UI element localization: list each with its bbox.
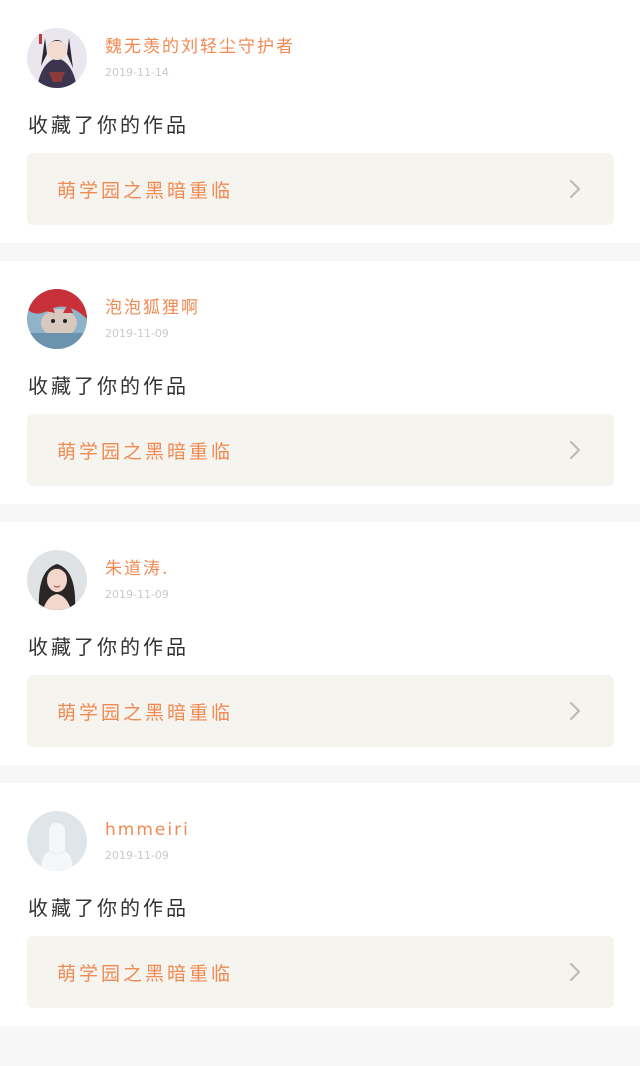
red-plush-avatar-icon [27,289,87,349]
username[interactable]: 朱道涛. [105,558,169,580]
work-link[interactable]: 萌学园之黑暗重临 [27,936,614,1008]
user-meta: 泡泡狐狸啊 2019-11-09 [105,297,200,341]
chevron-right-icon [564,178,586,200]
work-link[interactable]: 萌学园之黑暗重临 [27,153,614,225]
notification-feed: 魏无羡的刘轻尘守护者 2019-11-14 收藏了你的作品 萌学园之黑暗重临 泡… [0,0,640,1026]
action-text: 收藏了你的作品 [28,635,189,659]
user-row: 魏无羡的刘轻尘守护者 2019-11-14 [27,27,295,89]
user-row: hmmeiri 2019-11-09 [27,810,190,872]
portrait-photo-avatar-icon [27,550,87,610]
anime-character-avatar-icon [27,28,87,88]
default-user-avatar-icon [27,811,87,871]
username[interactable]: 魏无羡的刘轻尘守护者 [105,36,295,58]
user-meta: hmmeiri 2019-11-09 [105,819,190,863]
work-title: 萌学园之黑暗重临 [57,179,234,202]
work-link[interactable]: 萌学园之黑暗重临 [27,675,614,747]
avatar[interactable] [27,28,87,88]
user-meta: 朱道涛. 2019-11-09 [105,558,169,602]
username[interactable]: 泡泡狐狸啊 [105,297,200,319]
timestamp: 2019-11-09 [105,588,169,601]
avatar[interactable] [27,811,87,871]
chevron-right-icon [564,700,586,722]
notification-card: 朱道涛. 2019-11-09 收藏了你的作品 萌学园之黑暗重临 [0,522,640,765]
timestamp: 2019-11-09 [105,849,169,862]
notification-card: 魏无羡的刘轻尘守护者 2019-11-14 收藏了你的作品 萌学园之黑暗重临 [0,0,640,243]
work-link[interactable]: 萌学园之黑暗重临 [27,414,614,486]
chevron-right-icon [564,961,586,983]
avatar[interactable] [27,289,87,349]
user-row: 朱道涛. 2019-11-09 [27,549,169,611]
timestamp: 2019-11-09 [105,327,169,340]
work-title: 萌学园之黑暗重临 [57,701,234,724]
work-title: 萌学园之黑暗重临 [57,440,234,463]
notification-card: hmmeiri 2019-11-09 收藏了你的作品 萌学园之黑暗重临 [0,783,640,1026]
avatar[interactable] [27,550,87,610]
timestamp: 2019-11-14 [105,66,169,79]
action-text: 收藏了你的作品 [28,374,189,398]
work-title: 萌学园之黑暗重临 [57,962,234,985]
action-text: 收藏了你的作品 [28,113,189,137]
username[interactable]: hmmeiri [105,819,190,841]
user-meta: 魏无羡的刘轻尘守护者 2019-11-14 [105,36,295,80]
action-text: 收藏了你的作品 [28,896,189,920]
notification-card: 泡泡狐狸啊 2019-11-09 收藏了你的作品 萌学园之黑暗重临 [0,261,640,504]
user-row: 泡泡狐狸啊 2019-11-09 [27,288,200,350]
chevron-right-icon [564,439,586,461]
